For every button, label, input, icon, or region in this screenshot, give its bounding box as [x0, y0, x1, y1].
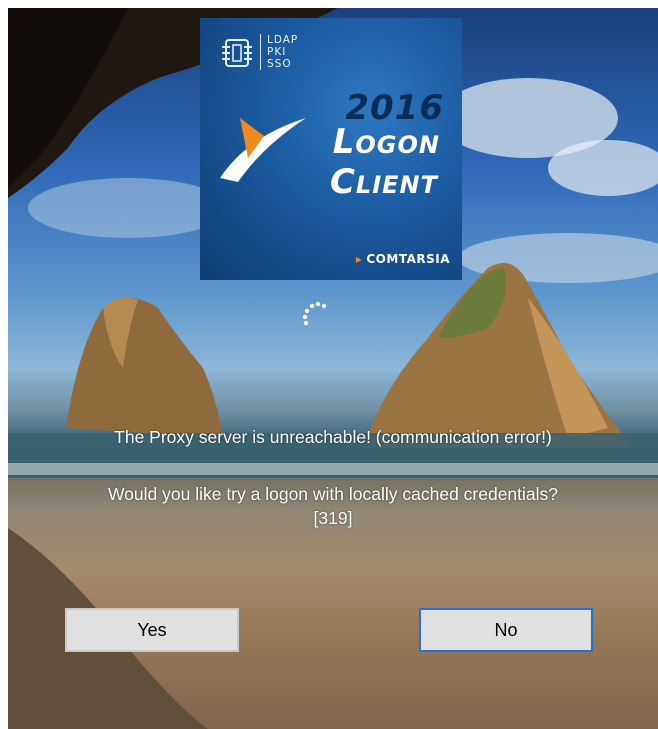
brand-arrow-icon: ▸: [355, 252, 363, 266]
error-code: [319]: [313, 508, 353, 528]
brand-label: COMTARSIA: [366, 252, 450, 266]
logon-screen: LDAP PKI SSO 2016 Logon Client ▸ COMTARSI…: [8, 8, 658, 729]
yes-button[interactable]: Yes: [65, 608, 239, 652]
question-message: Would you like try a logon with locally …: [107, 484, 559, 504]
protocol-label-ldap: LDAP: [267, 34, 299, 46]
logon-client-logo: LDAP PKI SSO 2016 Logon Client ▸ COMTARSI…: [200, 18, 462, 280]
logo-word-logon: Logon: [332, 122, 440, 162]
logo-word-client: Client: [329, 162, 438, 202]
error-message: The Proxy server is unreachable! (commun…: [114, 427, 552, 447]
logo-swoosh-icon: [220, 118, 306, 182]
no-button[interactable]: No: [419, 608, 593, 652]
smart-card-chip-icon: [222, 39, 252, 67]
loading-spinner-icon: [302, 301, 327, 326]
protocol-label-pki: PKI: [267, 46, 287, 58]
protocol-labels: LDAP PKI SSO: [260, 34, 298, 70]
brand-name: ▸ COMTARSIA: [356, 252, 450, 266]
protocol-label-sso: SSO: [267, 58, 292, 70]
